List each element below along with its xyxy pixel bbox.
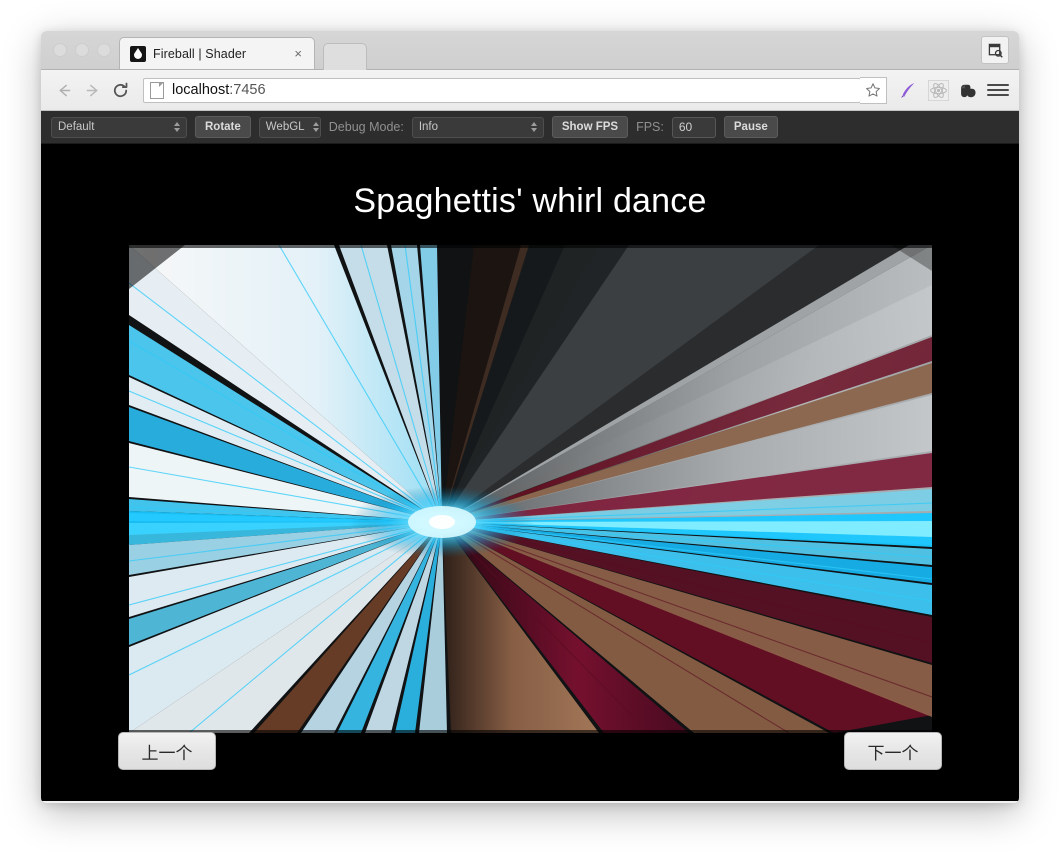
reload-icon[interactable]: [107, 77, 133, 103]
browser-window: Fireball | Shader × localhost:7456 Defau…: [41, 31, 1019, 803]
prev-shader-button[interactable]: 上一个: [118, 732, 216, 770]
next-shader-button[interactable]: 下一个: [844, 732, 942, 770]
shader-stage-inner: Spaghettis' whirl dance 上一个 下一个: [44, 144, 1016, 801]
page-document-icon: [150, 81, 164, 99]
url-port: :7456: [229, 82, 266, 98]
address-bar[interactable]: localhost:7456: [143, 77, 861, 103]
url-host: localhost: [172, 82, 230, 98]
renderer-value: WebGL: [265, 121, 305, 133]
shader-app-toolbar: Default Rotate WebGL Debug Mode: Info Sh…: [41, 111, 1019, 144]
shader-preset-select[interactable]: Default: [51, 116, 187, 138]
fireball-drop-icon: [130, 45, 146, 62]
evernote-elephant-icon[interactable]: [955, 77, 981, 103]
close-icon[interactable]: ×: [290, 45, 306, 62]
fps-label: FPS:: [636, 120, 664, 134]
new-tab-button[interactable]: [323, 43, 367, 70]
minimize-window-button[interactable]: [75, 43, 89, 57]
page-title: Spaghettis' whirl dance: [353, 182, 707, 220]
rotate-button[interactable]: Rotate: [195, 116, 251, 138]
window-controls: [53, 43, 111, 57]
screen-root: Fireball | Shader × localhost:7456 Defau…: [0, 0, 1059, 852]
chevron-updown-icon: [174, 122, 180, 132]
browser-toolbar: localhost:7456: [41, 70, 1019, 111]
star-icon[interactable]: [860, 76, 887, 104]
shader-preset-value: Default: [58, 121, 95, 133]
shader-stage: Spaghettis' whirl dance 上一个 下一个: [41, 144, 1019, 801]
close-window-button[interactable]: [53, 43, 67, 57]
debug-mode-value: Info: [418, 121, 439, 133]
debug-mode-select[interactable]: Info: [411, 116, 544, 138]
browser-tab-active[interactable]: Fireball | Shader ×: [119, 37, 315, 69]
arrow-left-icon[interactable]: [51, 77, 77, 103]
tab-strip: Fireball | Shader ×: [41, 31, 1019, 70]
show-fps-button[interactable]: Show FPS: [551, 116, 629, 138]
react-atom-icon[interactable]: [925, 77, 951, 103]
quill-pen-icon[interactable]: [895, 77, 921, 103]
hamburger-menu-icon[interactable]: [987, 77, 1009, 103]
tab-title: Fireball | Shader: [153, 46, 247, 61]
maximize-window-button[interactable]: [97, 43, 111, 57]
debug-mode-label: Debug Mode:: [328, 120, 404, 134]
arrow-right-icon[interactable]: [79, 77, 105, 103]
page-capture-icon[interactable]: [981, 36, 1009, 64]
chevron-updown-icon: [530, 122, 537, 132]
renderer-select[interactable]: WebGL: [258, 116, 321, 138]
pause-button[interactable]: Pause: [723, 116, 778, 138]
fps-input[interactable]: 60: [671, 116, 716, 138]
url-text: localhost:7456: [172, 82, 266, 98]
chevron-updown-icon: [312, 122, 319, 132]
shader-canvas[interactable]: [129, 245, 932, 733]
